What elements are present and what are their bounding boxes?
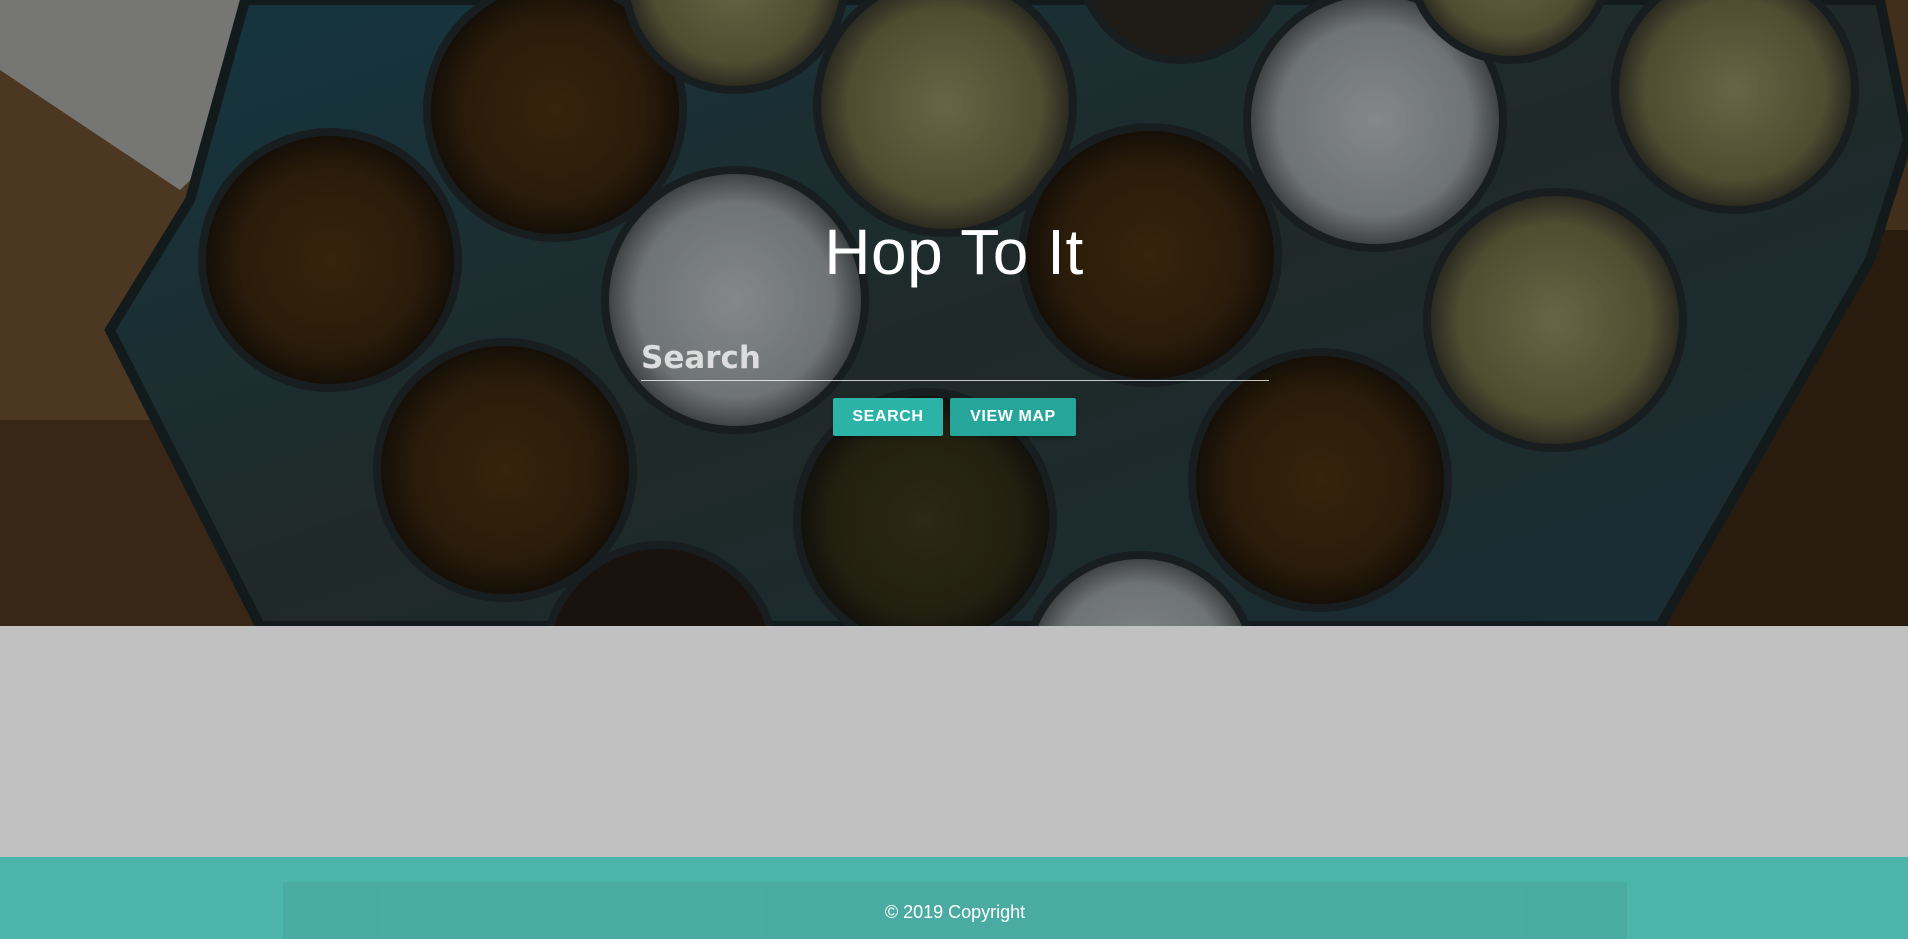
hero-banner: Hop To It Search View Map xyxy=(0,0,1908,626)
search-input[interactable] xyxy=(641,336,1269,380)
search-button[interactable]: Search xyxy=(833,398,943,436)
action-buttons: Search View Map xyxy=(833,398,1076,436)
footer-copyright: © 2019 Copyright xyxy=(283,882,1627,939)
page-title: Hop To It xyxy=(824,216,1084,288)
page: Hop To It Search View Map © 2019 Copyrig… xyxy=(0,0,1908,939)
hero-content: Hop To It Search View Map xyxy=(0,0,1908,626)
search-field xyxy=(641,336,1269,381)
view-map-button[interactable]: View Map xyxy=(950,398,1076,436)
footer: © 2019 Copyright xyxy=(0,857,1908,939)
